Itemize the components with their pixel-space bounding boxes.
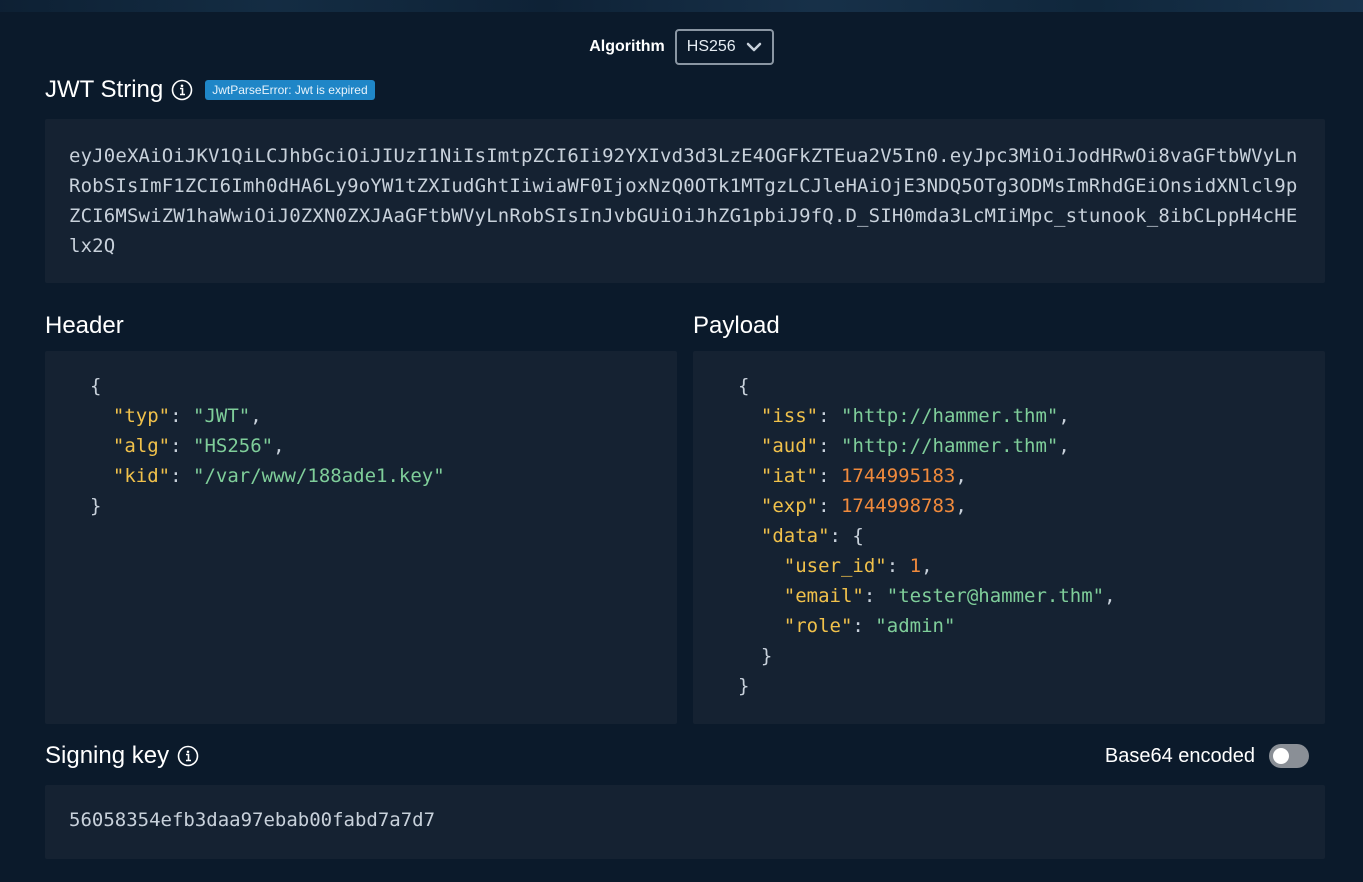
info-icon[interactable]: [177, 745, 199, 767]
payload-title: Payload: [693, 312, 780, 339]
payload-user-id-value: 1: [909, 555, 922, 577]
payload-aud-value: http://hammer.thm: [852, 435, 1047, 457]
header-title: Header: [45, 312, 124, 339]
signing-key-heading: Signing key: [45, 742, 199, 770]
header-json[interactable]: { "typ": "JWT", "alg": "HS256", "kid": "…: [45, 351, 677, 521]
jwt-string-heading: JWT String JwtParseError: Jwt is expired: [45, 76, 375, 104]
payload-json[interactable]: { "iss": "http://hammer.thm", "aud": "ht…: [693, 351, 1325, 701]
jwt-token-text[interactable]: eyJ0eXAiOiJKV1QiLCJhbGciOiJIUzI1NiIsImtp…: [45, 119, 1325, 283]
payload-panel[interactable]: { "iss": "http://hammer.thm", "aud": "ht…: [693, 351, 1325, 724]
header-kid-value: /var/www/188ade1.key: [204, 465, 434, 487]
jwt-string-title: JWT String: [45, 76, 164, 103]
signing-key-title: Signing key: [45, 742, 170, 769]
algorithm-select[interactable]: HS256: [674, 29, 774, 65]
jwt-string-panel[interactable]: eyJ0eXAiOiJKV1QiLCJhbGciOiJIUzI1NiIsImtp…: [45, 119, 1325, 283]
base64-label: Base64 encoded: [1104, 744, 1255, 767]
signing-key-panel[interactable]: 56058354efb3daa97ebab00fabd7a7d7: [45, 785, 1325, 859]
payload-iat-value: 1744995183: [840, 465, 956, 487]
signing-key-input[interactable]: 56058354efb3daa97ebab00fabd7a7d7: [45, 785, 1325, 855]
base64-toggle-knob: [1273, 748, 1289, 764]
payload-exp-value: 1744998783: [840, 495, 956, 517]
payload-iss-value: http://hammer.thm: [852, 405, 1047, 427]
info-icon[interactable]: [171, 79, 193, 101]
payload-role-value: admin: [886, 615, 944, 637]
header-panel[interactable]: { "typ": "JWT", "alg": "HS256", "kid": "…: [45, 351, 677, 724]
algorithm-selected-value: HS256: [686, 38, 736, 55]
algorithm-row: Algorithm HS256: [0, 29, 1363, 65]
payload-email-value: tester@hammer.thm: [898, 585, 1093, 607]
chevron-down-icon: [746, 42, 762, 52]
payload-heading: Payload: [693, 312, 780, 340]
header-alg-value: HS256: [204, 435, 262, 457]
base64-toggle[interactable]: [1269, 744, 1309, 768]
header-typ-value: JWT: [204, 405, 239, 427]
top-decorative-strip: [0, 0, 1363, 12]
jwt-error-badge: JwtParseError: Jwt is expired: [205, 80, 375, 100]
base64-toggle-row: Base64 encoded: [1105, 744, 1309, 768]
algorithm-label: Algorithm: [589, 38, 665, 55]
header-heading: Header: [45, 312, 124, 340]
